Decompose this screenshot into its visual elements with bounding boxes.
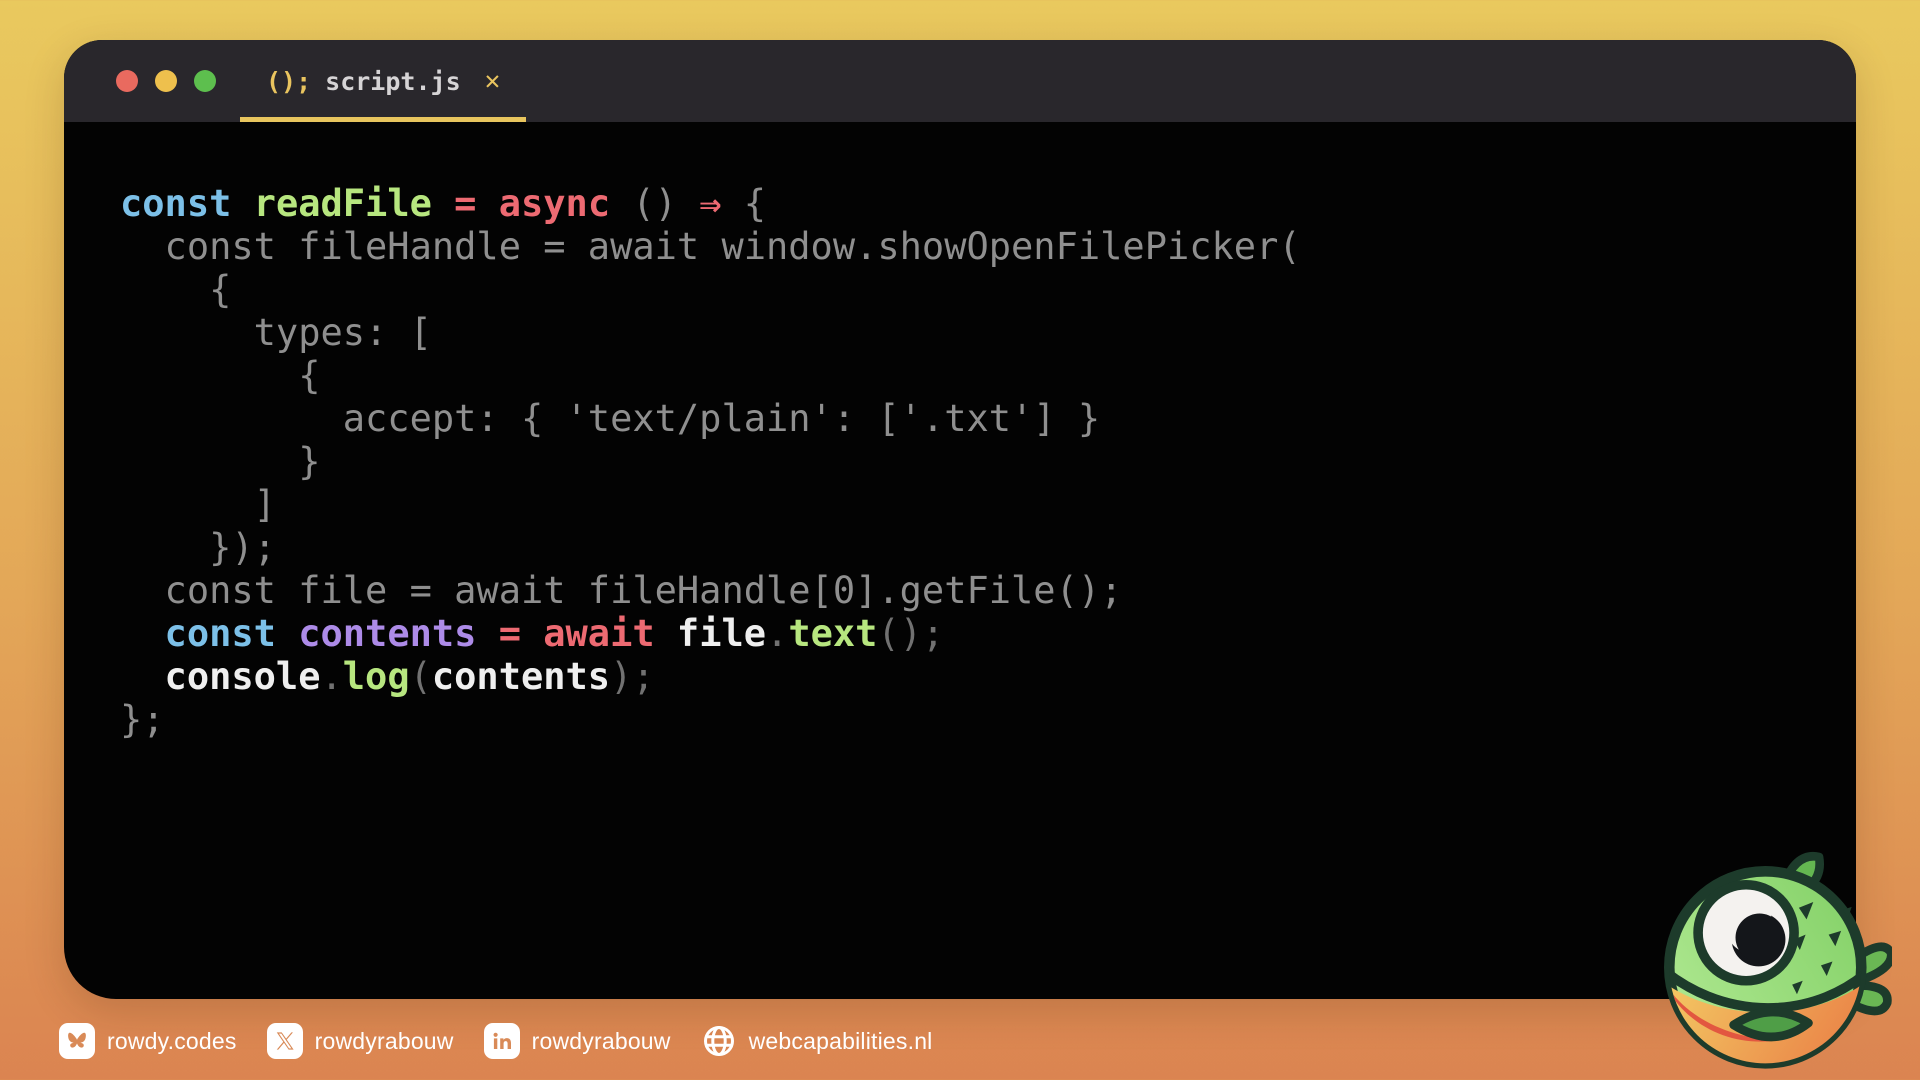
code-token: { xyxy=(120,354,320,397)
bluesky-icon xyxy=(59,1023,95,1059)
code-line: { xyxy=(120,354,1856,397)
footer-link-rowdyrabouw[interactable]: rowdyrabouw xyxy=(267,1023,454,1059)
code-line: ] xyxy=(120,483,1856,526)
footer-link-label: rowdyrabouw xyxy=(315,1028,454,1055)
code-token: }; xyxy=(120,698,165,741)
code-token: contents xyxy=(432,655,610,698)
code-token: (); xyxy=(877,612,944,655)
footer-link-webcapabilities-nl[interactable]: webcapabilities.nl xyxy=(701,1023,933,1059)
code-line: accept: { 'text/plain': ['.txt'] } xyxy=(120,397,1856,440)
titlebar: (); script.js ✕ xyxy=(64,40,1856,122)
tab-filename: script.js xyxy=(325,67,460,96)
fish-mascot xyxy=(1652,850,1892,1078)
code-token: . xyxy=(320,655,342,698)
code-token: types: [ xyxy=(120,311,432,354)
code-token: const xyxy=(120,612,276,655)
footer-link-label: rowdy.codes xyxy=(107,1028,237,1055)
traffic-lights xyxy=(116,70,216,92)
code-token: . xyxy=(766,612,788,655)
code-token: ⇒ xyxy=(677,182,722,225)
code-token: accept: { 'text/plain': ['.txt'] } xyxy=(120,397,1100,440)
tab-prefix-glyph: (); xyxy=(266,67,311,96)
footer-link-label: webcapabilities.nl xyxy=(749,1028,933,1055)
tab-script-js[interactable]: (); script.js ✕ xyxy=(240,40,526,122)
code-line: const readFile = async () ⇒ { xyxy=(120,182,1856,225)
code-token: contents xyxy=(276,612,476,655)
code-token: { xyxy=(721,182,766,225)
close-tab-icon[interactable]: ✕ xyxy=(485,66,501,96)
code-line: const fileHandle = await window.showOpen… xyxy=(120,225,1856,268)
code-token: { xyxy=(120,268,231,311)
code-line: console.log(contents); xyxy=(120,655,1856,698)
code-token: = xyxy=(432,182,477,225)
code-token: const fileHandle = await window.showOpen… xyxy=(120,225,1301,268)
code-token: file xyxy=(655,612,766,655)
code-token: log xyxy=(343,655,410,698)
code-token: () xyxy=(610,182,677,225)
footer-link-rowdy-codes[interactable]: rowdy.codes xyxy=(59,1023,237,1059)
linkedin-icon xyxy=(484,1023,520,1059)
code-token: await xyxy=(521,612,655,655)
code-token: ); xyxy=(610,655,655,698)
footer-link-rowdyrabouw[interactable]: rowdyrabouw xyxy=(484,1023,671,1059)
code-line: types: [ xyxy=(120,311,1856,354)
code-token: async xyxy=(476,182,610,225)
x-icon xyxy=(267,1023,303,1059)
code-token: console xyxy=(120,655,320,698)
code-token: const file = await fileHandle[0].getFile… xyxy=(120,569,1122,612)
code-line: }; xyxy=(120,698,1856,741)
code-line: const file = await fileHandle[0].getFile… xyxy=(120,569,1856,612)
code-token: const xyxy=(120,182,231,225)
code-line: { xyxy=(120,268,1856,311)
code-token: } xyxy=(120,440,320,483)
code-token: }); xyxy=(120,526,276,569)
footer: rowdy.codes rowdyrabouw rowdyrabouw webcapa… xyxy=(59,1023,933,1059)
fish-mascot-graphic xyxy=(1652,850,1892,1076)
zoom-window-button[interactable] xyxy=(194,70,216,92)
code-line: }); xyxy=(120,526,1856,569)
code-editor-window: (); script.js ✕ const readFile = async (… xyxy=(64,40,1856,999)
globe-icon xyxy=(701,1023,737,1059)
close-window-button[interactable] xyxy=(116,70,138,92)
footer-link-label: rowdyrabouw xyxy=(532,1028,671,1055)
code-token: text xyxy=(788,612,877,655)
code-token: ] xyxy=(120,483,276,526)
code-token: ( xyxy=(410,655,432,698)
code-line: } xyxy=(120,440,1856,483)
code-line: const contents = await file.text(); xyxy=(120,612,1856,655)
code-token: = xyxy=(476,612,521,655)
code-area: const readFile = async () ⇒ { const file… xyxy=(64,122,1856,741)
minimize-window-button[interactable] xyxy=(155,70,177,92)
code-token: readFile xyxy=(231,182,431,225)
